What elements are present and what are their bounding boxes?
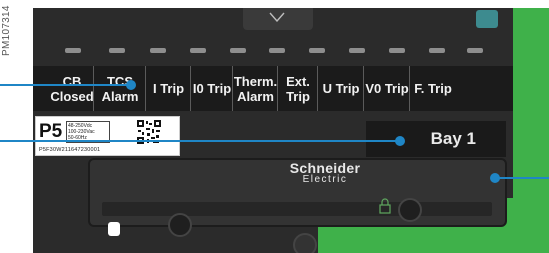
led-indicator bbox=[269, 48, 285, 53]
callout-dot-right bbox=[490, 173, 500, 183]
handle-grip bbox=[102, 202, 492, 216]
figure-code: PM107314 bbox=[1, 5, 12, 56]
led-indicator bbox=[309, 48, 325, 53]
led-indicator bbox=[190, 48, 206, 53]
brand-logo: Schneider Electric bbox=[289, 160, 361, 185]
led-indicator bbox=[467, 48, 483, 53]
led-indicator bbox=[349, 48, 365, 53]
chevron-down-icon bbox=[269, 12, 285, 22]
label-i0-trip: I0 Trip bbox=[190, 66, 233, 111]
led-indicator bbox=[389, 48, 405, 53]
callout-line-bay bbox=[0, 140, 400, 142]
label-v0-trip: V0 Trip bbox=[363, 66, 410, 111]
screw-icon bbox=[398, 198, 422, 222]
led-indicator-row bbox=[53, 48, 493, 58]
device-id-label: P5 48-250Vdc 100-230Vac 50-60Hz P5F30W21… bbox=[35, 116, 180, 156]
callout-line-right bbox=[495, 177, 549, 179]
label-i-trip: I Trip bbox=[145, 66, 191, 111]
screw-icon bbox=[168, 213, 192, 237]
label-u-trip: U Trip bbox=[317, 66, 364, 111]
label-tcs-alarm: TCS Alarm bbox=[93, 66, 146, 111]
mounting-slot bbox=[108, 222, 120, 236]
label-cb-closed: CB Closed bbox=[50, 73, 94, 104]
screw-icon bbox=[293, 233, 317, 253]
indicator-chip bbox=[476, 10, 498, 28]
serial-number: P5F30W211647230001 bbox=[39, 147, 101, 153]
led-indicator bbox=[150, 48, 166, 53]
label-ext-trip: Ext. Trip bbox=[277, 66, 318, 111]
callout-dot-bay bbox=[395, 136, 405, 146]
device-front-panel: CB Closed TCS Alarm I Trip I0 Trip Therm… bbox=[33, 8, 549, 253]
lock-icon bbox=[379, 198, 391, 214]
led-indicator bbox=[109, 48, 125, 53]
led-indicator bbox=[230, 48, 246, 53]
led-indicator bbox=[65, 48, 81, 53]
trip-label-band: CB Closed TCS Alarm I Trip I0 Trip Therm… bbox=[33, 66, 513, 111]
bay-label: Bay 1 bbox=[366, 121, 506, 157]
front-handle[interactable]: Schneider Electric bbox=[88, 158, 507, 227]
callout-dot-tcs bbox=[126, 80, 136, 90]
label-therm-alarm: Therm. Alarm bbox=[232, 66, 278, 111]
callout-line-tcs bbox=[0, 84, 130, 86]
label-f-trip: F. Trip bbox=[409, 66, 456, 111]
led-indicator bbox=[429, 48, 445, 53]
